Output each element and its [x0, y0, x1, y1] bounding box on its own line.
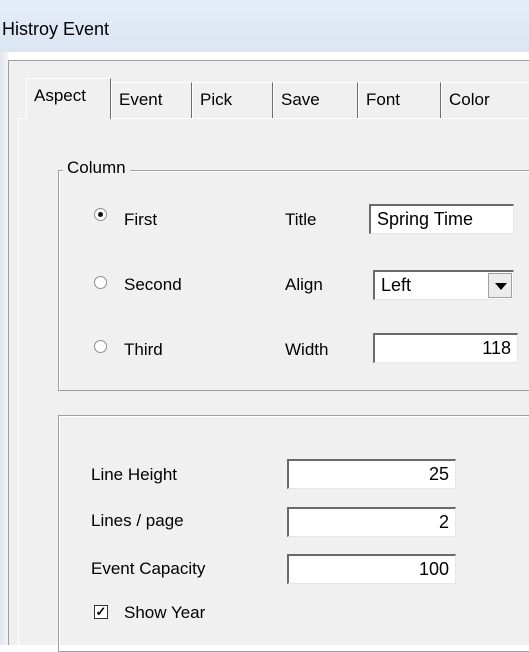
align-select-value: Left [381, 275, 412, 295]
tab-color[interactable]: Color [441, 82, 529, 118]
chevron-down-icon[interactable] [488, 273, 512, 298]
title-label: Title [285, 210, 317, 229]
tab-pick[interactable]: Pick [192, 82, 273, 118]
tab-font[interactable]: Font [358, 82, 441, 118]
radio-second[interactable] [94, 276, 107, 289]
lines-per-page-label: Lines / page [91, 511, 184, 530]
tab-save-label: Save [281, 90, 320, 109]
line-height-input[interactable]: 25 [287, 459, 456, 489]
radio-first[interactable] [94, 208, 107, 221]
radio-second-label[interactable]: Second [124, 275, 182, 295]
window-title: Histroy Event [2, 19, 110, 39]
title-bar: Histroy Event [0, 0, 529, 52]
align-select[interactable]: Left [373, 270, 514, 300]
tab-event-label: Event [119, 90, 163, 109]
event-capacity-label: Event Capacity [91, 559, 206, 578]
radio-third[interactable] [94, 340, 107, 353]
tab-event[interactable]: Event [111, 82, 192, 118]
line-height-label: Line Height [91, 465, 178, 484]
title-input[interactable]: Spring Time [369, 204, 514, 234]
width-label: Width [285, 340, 329, 359]
radio-third-label[interactable]: Third [124, 340, 163, 360]
radio-first-label[interactable]: First [124, 210, 157, 230]
window-border [0, 52, 8, 645]
lines-per-page-input[interactable]: 2 [287, 507, 456, 537]
tab-aspect[interactable]: Aspect [26, 78, 111, 119]
align-label: Align [285, 275, 323, 294]
tab-save[interactable]: Save [273, 82, 358, 118]
tab-font-label: Font [366, 90, 401, 109]
column-legend: Column [63, 158, 130, 178]
tab-color-label: Color [449, 90, 490, 109]
width-input[interactable]: 118 [373, 333, 518, 363]
show-year-label[interactable]: Show Year [124, 603, 205, 623]
show-year-checkbox[interactable]: ✓ [94, 605, 108, 619]
tab-aspect-label: Aspect [34, 86, 86, 105]
event-capacity-input[interactable]: 100 [287, 554, 456, 584]
tab-pick-label: Pick [200, 90, 233, 109]
